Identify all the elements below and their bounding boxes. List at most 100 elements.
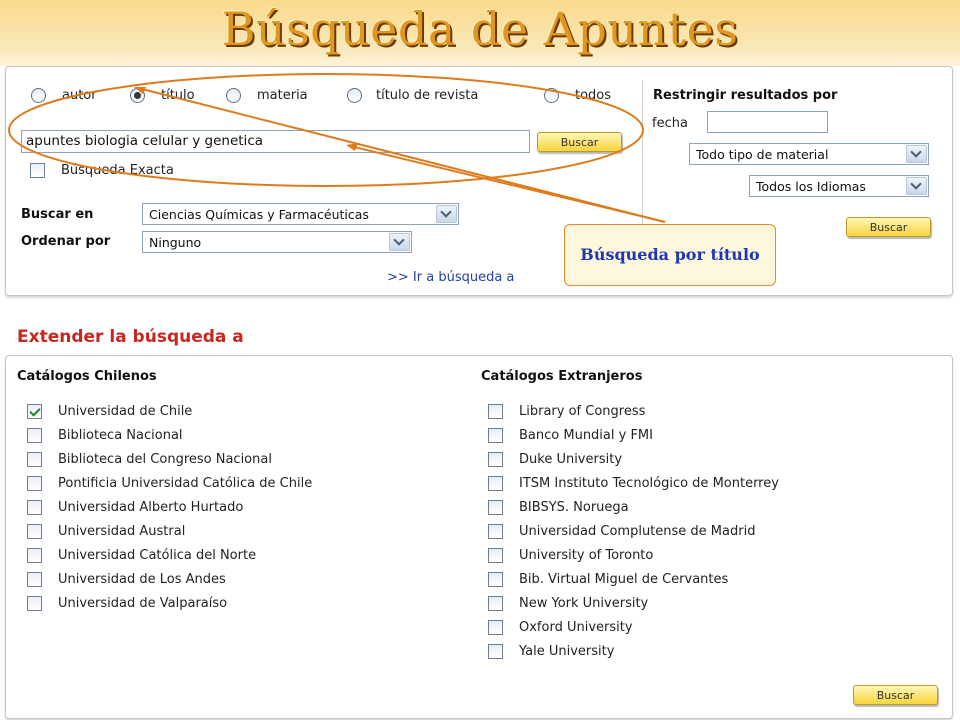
catalog-checkbox[interactable] xyxy=(27,451,42,467)
chevron-down-icon[interactable] xyxy=(906,145,927,163)
radio-autor-input[interactable] xyxy=(31,88,46,103)
catalog-checkbox[interactable] xyxy=(488,572,503,588)
catalog-label: Banco Mundial y FMI xyxy=(519,427,653,443)
catalog-checkbox[interactable] xyxy=(488,427,503,443)
list-item[interactable]: Banco Mundial y FMI xyxy=(488,423,779,447)
radio-todos[interactable]: todos xyxy=(544,88,611,103)
advanced-search-link[interactable]: >> Ir a búsqueda a xyxy=(387,270,514,285)
catalog-label: Universidad Austral xyxy=(58,524,186,540)
catalog-label: Duke University xyxy=(519,451,623,467)
chilean-catalogs-title: Catálogos Chilenos xyxy=(17,369,157,384)
list-item[interactable]: Universidad de Chile xyxy=(27,399,312,423)
radio-autor[interactable]: autor xyxy=(31,88,97,103)
catalog-label: Universidad Católica del Norte xyxy=(58,548,257,564)
catalog-label: Library of Congress xyxy=(519,403,646,419)
idiomas-select[interactable]: Todos los Idiomas xyxy=(749,175,929,197)
catalog-label: Pontificia Universidad Católica de Chile xyxy=(58,475,313,491)
buscar-en-value: Ciencias Químicas y Farmacéuticas xyxy=(149,206,369,222)
ordenar-por-label: Ordenar por xyxy=(21,234,111,249)
list-item[interactable]: ITSM Instituto Tecnológico de Monterrey xyxy=(488,471,779,495)
catalog-label: Oxford University xyxy=(519,620,633,636)
chevron-down-icon[interactable] xyxy=(389,233,410,251)
catalog-checkbox[interactable] xyxy=(488,403,503,419)
catalog-checkbox[interactable] xyxy=(488,548,503,564)
radio-materia-input[interactable] xyxy=(226,88,241,103)
radio-todos-label: todos xyxy=(575,88,612,103)
ordenar-por-select[interactable]: Ninguno xyxy=(142,231,412,253)
radio-autor-label: autor xyxy=(62,88,97,103)
list-item[interactable]: Universidad Austral xyxy=(27,519,312,543)
catalog-label: Biblioteca del Congreso Nacional xyxy=(58,451,272,467)
exact-search-label: Búsqueda Exacta xyxy=(61,163,174,178)
idiomas-value: Todos los Idiomas xyxy=(756,178,866,194)
list-item[interactable]: New York University xyxy=(488,592,779,616)
list-item[interactable]: Universidad Complutense de Madrid xyxy=(488,519,779,543)
title-banner: Búsqueda de Apuntes xyxy=(0,0,960,66)
list-item[interactable]: Biblioteca Nacional xyxy=(27,423,312,447)
catalog-checkbox[interactable] xyxy=(488,475,503,491)
exact-search-option[interactable]: Búsqueda Exacta xyxy=(30,163,174,178)
foreign-catalog-list: Library of Congress Banco Mundial y FMI … xyxy=(488,399,779,664)
catalog-label: ITSM Instituto Tecnológico de Monterrey xyxy=(519,475,779,491)
catalog-checkbox[interactable] xyxy=(27,572,42,588)
radio-titulo[interactable]: título xyxy=(130,88,195,103)
radio-materia[interactable]: materia xyxy=(226,88,308,103)
catalog-label: BIBSYS. Noruega xyxy=(519,499,629,515)
catalog-label: Universidad Complutense de Madrid xyxy=(519,524,756,540)
catalog-checkbox[interactable] xyxy=(27,403,42,419)
list-item[interactable]: Universidad Católica del Norte xyxy=(27,544,312,568)
catalog-checkbox[interactable] xyxy=(488,644,503,660)
catalog-checkbox[interactable] xyxy=(27,427,42,443)
list-item[interactable]: Library of Congress xyxy=(488,399,779,423)
restrict-search-button[interactable]: Buscar xyxy=(846,217,931,237)
page-title: Búsqueda de Apuntes xyxy=(221,2,739,56)
list-item[interactable]: Pontificia Universidad Católica de Chile xyxy=(27,471,312,495)
list-item[interactable]: Yale University xyxy=(488,640,779,664)
catalog-checkbox[interactable] xyxy=(27,475,42,491)
radio-titulo-revista[interactable]: título de revista xyxy=(347,88,478,103)
catalog-label: Biblioteca Nacional xyxy=(58,427,183,443)
buscar-en-label: Buscar en xyxy=(21,207,94,222)
chilean-catalog-list: Universidad de Chile Biblioteca Nacional… xyxy=(27,399,312,616)
radio-todos-input[interactable] xyxy=(544,88,559,103)
catalog-checkbox[interactable] xyxy=(27,524,42,540)
list-item[interactable]: Bib. Virtual Miguel de Cervantes xyxy=(488,568,779,592)
radio-titulo-revista-input[interactable] xyxy=(347,88,362,103)
list-item[interactable]: University of Toronto xyxy=(488,544,779,568)
annotation-callout: Búsqueda por título xyxy=(564,224,776,286)
list-item[interactable]: Biblioteca del Congreso Nacional xyxy=(27,447,312,471)
catalog-label: New York University xyxy=(519,596,649,612)
catalog-checkbox[interactable] xyxy=(488,451,503,467)
catalog-checkbox[interactable] xyxy=(27,596,42,612)
search-button[interactable]: Buscar xyxy=(537,132,622,152)
buscar-en-select[interactable]: Ciencias Químicas y Farmacéuticas xyxy=(142,203,459,225)
catalog-checkbox[interactable] xyxy=(488,596,503,612)
exact-search-checkbox[interactable] xyxy=(30,163,45,178)
search-input[interactable]: apuntes biologia celular y genetica xyxy=(21,130,530,153)
list-item[interactable]: Oxford University xyxy=(488,616,779,640)
list-item[interactable]: Universidad de Valparaíso xyxy=(27,592,312,616)
extend-search-button[interactable]: Buscar xyxy=(853,685,938,705)
catalog-checkbox[interactable] xyxy=(27,548,42,564)
catalog-label: Bib. Virtual Miguel de Cervantes xyxy=(519,572,729,588)
material-select[interactable]: Todo tipo de material xyxy=(689,143,929,165)
list-item[interactable]: BIBSYS. Noruega xyxy=(488,495,779,519)
catalog-label: Universidad de Chile xyxy=(58,403,193,419)
catalog-label: University of Toronto xyxy=(519,548,654,564)
catalog-label: Universidad Alberto Hurtado xyxy=(58,499,244,515)
catalog-checkbox[interactable] xyxy=(27,499,42,515)
chevron-down-icon[interactable] xyxy=(906,177,927,195)
catalog-label: Yale University xyxy=(519,644,615,660)
catalog-label: Universidad de Valparaíso xyxy=(58,596,228,612)
chevron-down-icon[interactable] xyxy=(436,205,457,223)
list-item[interactable]: Universidad Alberto Hurtado xyxy=(27,495,312,519)
list-item[interactable]: Duke University xyxy=(488,447,779,471)
catalog-checkbox[interactable] xyxy=(488,620,503,636)
list-item[interactable]: Universidad de Los Andes xyxy=(27,568,312,592)
fecha-input[interactable] xyxy=(707,111,828,133)
catalog-checkbox[interactable] xyxy=(488,499,503,515)
catalog-checkbox[interactable] xyxy=(488,524,503,540)
radio-titulo-input[interactable] xyxy=(130,88,145,103)
foreign-catalogs-title: Catálogos Extranjeros xyxy=(481,369,643,384)
material-value: Todo tipo de material xyxy=(696,146,829,162)
